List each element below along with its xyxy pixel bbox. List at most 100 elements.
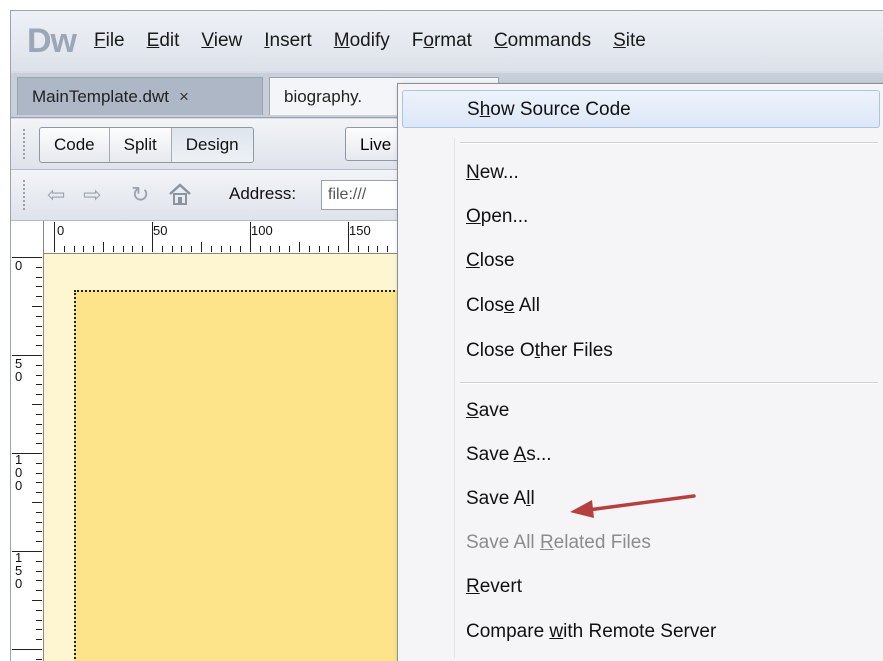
ruler-tick — [36, 364, 42, 366]
ruler-tick — [112, 246, 114, 252]
ruler-tick — [318, 246, 320, 252]
close-icon[interactable]: × — [179, 87, 189, 106]
ruler-tick — [36, 423, 42, 425]
ruler-label: 100 — [251, 223, 273, 238]
ruler-label: 50 — [153, 223, 168, 238]
ruler-tick — [377, 246, 379, 252]
vertical-ruler: 0 50 100 150 — [11, 253, 44, 661]
ruler-tick — [93, 246, 95, 252]
menu-item-open[interactable]: Open... — [402, 198, 880, 236]
ruler-tick — [36, 345, 42, 347]
menu-separator — [460, 143, 878, 144]
forward-arrow-icon[interactable]: ⇨ — [83, 182, 101, 208]
ruler-tick — [152, 222, 153, 252]
ruler-tick — [230, 246, 232, 252]
menu-insert[interactable]: Insert — [264, 30, 312, 52]
home-icon[interactable] — [167, 182, 193, 212]
menu-format[interactable]: Format — [412, 30, 472, 52]
menubar: Dw File Edit View Insert Modify Format C… — [11, 11, 883, 71]
ruler-tick — [191, 246, 193, 252]
menu-separator — [460, 383, 878, 384]
ruler-tick — [161, 246, 163, 252]
ruler-tick — [132, 246, 134, 252]
ruler-tick — [36, 590, 42, 592]
ruler-tick — [36, 580, 42, 582]
ruler-label: 0 — [15, 258, 23, 273]
ruler-tick — [36, 472, 42, 474]
ruler-tick — [32, 404, 42, 405]
dreamweaver-window: Dw File Edit View Insert Modify Format C… — [10, 10, 883, 661]
ruler-tick — [12, 551, 42, 552]
ruler-tick — [36, 325, 42, 327]
ruler-label: 100 — [15, 452, 23, 493]
back-arrow-icon[interactable]: ⇦ — [47, 182, 65, 208]
ruler-tick — [220, 246, 222, 252]
menu-item-save[interactable]: Save — [402, 392, 880, 430]
menu-item-save-all-related-files: Save All Related Files — [466, 532, 651, 553]
ruler-tick — [103, 242, 104, 252]
ruler-tick — [32, 502, 42, 503]
menu-file[interactable]: File — [94, 30, 125, 52]
tab-label: biography. — [284, 87, 363, 106]
ruler-tick — [308, 246, 310, 252]
tab-context-menu: Show Source Code New... Open... Close Cl… — [397, 83, 883, 661]
ruler-tick — [83, 246, 85, 252]
ruler-label: 50 — [15, 356, 23, 384]
ruler-tick — [289, 246, 291, 252]
menu-edit[interactable]: Edit — [147, 30, 180, 52]
menu-item-save-as[interactable]: Save As... — [402, 436, 880, 474]
menu-item-show-source-code[interactable]: Show Source Code — [402, 90, 880, 128]
tab-maintemplate[interactable]: MainTemplate.dwt × — [17, 77, 263, 115]
ruler-tick — [328, 246, 330, 252]
ruler-tick — [36, 482, 42, 484]
ruler-tick — [32, 600, 42, 601]
ruler-tick — [36, 609, 42, 611]
menu-item-revert[interactable]: Revert — [402, 568, 880, 606]
menu-item-close[interactable]: Close — [402, 242, 880, 280]
ruler-tick — [269, 246, 271, 252]
ruler-tick — [36, 266, 42, 268]
ruler-tick — [73, 246, 75, 252]
ruler-tick — [36, 521, 42, 523]
ruler-tick — [54, 222, 55, 252]
menu-item-close-other-files[interactable]: Close Other Files — [402, 332, 880, 370]
app-logo: Dw — [27, 21, 77, 60]
menu-item-new[interactable]: New... — [402, 154, 880, 192]
ruler-tick — [299, 242, 300, 252]
ruler-tick — [36, 276, 42, 278]
ruler-tick — [12, 453, 42, 454]
ruler-tick — [36, 531, 42, 533]
ruler-tick — [201, 242, 202, 252]
menu-item-compare-with-remote-server[interactable]: Compare with Remote Server — [402, 613, 880, 651]
ruler-tick — [36, 443, 42, 445]
toolbar-grip-icon[interactable] — [23, 129, 31, 159]
ruler-tick — [32, 306, 42, 307]
ruler-tick — [259, 246, 261, 252]
toolbar-grip-icon[interactable] — [23, 180, 31, 210]
menu-modify[interactable]: Modify — [334, 30, 390, 52]
ruler-tick — [36, 315, 42, 317]
menu-commands[interactable]: Commands — [494, 30, 591, 52]
ruler-tick — [36, 462, 42, 464]
ruler-origin[interactable] — [11, 221, 44, 254]
code-view-button[interactable]: Code — [40, 128, 110, 162]
ruler-tick — [36, 619, 42, 621]
ruler-tick — [142, 246, 144, 252]
ruler-label: 150 — [349, 223, 371, 238]
ruler-label: 150 — [15, 550, 23, 591]
ruler-tick — [36, 541, 42, 543]
ruler-tick — [181, 246, 183, 252]
split-view-button[interactable]: Split — [110, 128, 172, 162]
address-label: Address: — [229, 184, 297, 203]
menu-item-close-all[interactable]: Close All — [402, 287, 880, 325]
menu-site[interactable]: Site — [613, 30, 646, 52]
ruler-tick — [210, 246, 212, 252]
ruler-tick — [12, 257, 42, 258]
refresh-icon[interactable]: ↻ — [131, 182, 149, 208]
ruler-tick — [348, 222, 349, 252]
ruler-tick — [36, 433, 42, 435]
menu-view[interactable]: View — [201, 30, 242, 52]
ruler-tick — [36, 570, 42, 572]
design-view-button[interactable]: Design — [171, 128, 253, 162]
ruler-label: 0 — [57, 223, 65, 238]
